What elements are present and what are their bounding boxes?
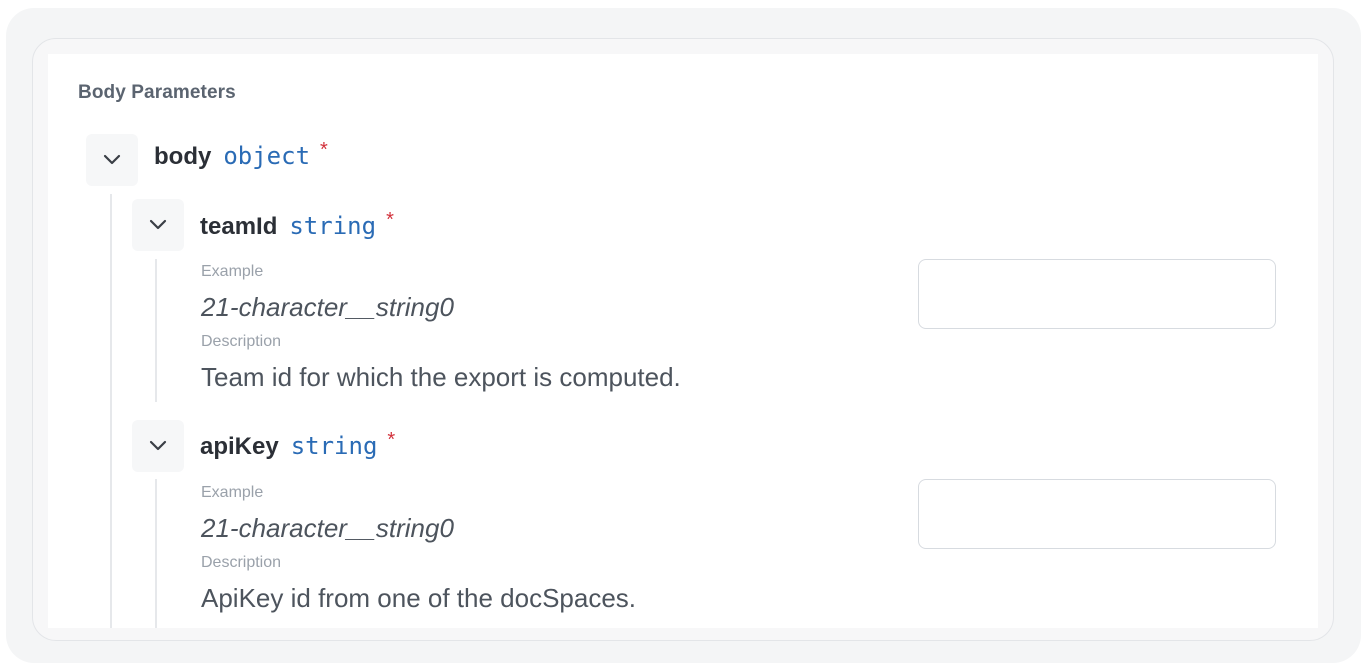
description-label: Description xyxy=(201,333,282,350)
apiKey-param-header: apiKey string * xyxy=(200,429,396,461)
apiKey-input[interactable] xyxy=(918,479,1276,549)
section-title: Body Parameters xyxy=(78,82,236,103)
body-toggle-button[interactable] xyxy=(86,134,138,186)
param-type: string xyxy=(290,432,378,460)
apiKey-toggle-button[interactable] xyxy=(132,420,184,472)
chevron-down-icon xyxy=(149,219,167,230)
required-marker: * xyxy=(320,139,328,161)
body-tree-line xyxy=(110,194,112,628)
description-value: ApiKey id from one of the docSpaces. xyxy=(201,583,637,613)
teamId-input[interactable] xyxy=(918,259,1276,329)
apiKey-tree-line xyxy=(155,479,157,628)
chevron-down-icon xyxy=(149,440,167,451)
example-label: Example xyxy=(201,263,264,280)
param-name: body xyxy=(154,143,212,170)
teamId-param-header: teamId string * xyxy=(200,209,394,241)
example-value: 21-character__string0 xyxy=(201,292,454,322)
param-name: teamId xyxy=(200,213,278,240)
param-type: object xyxy=(223,142,311,170)
param-type: string xyxy=(289,212,377,240)
example-value: 21-character__string0 xyxy=(201,513,454,543)
required-marker: * xyxy=(387,429,396,451)
chevron-down-icon xyxy=(103,154,121,165)
required-marker: * xyxy=(386,209,394,231)
example-label: Example xyxy=(201,484,264,501)
teamId-toggle-button[interactable] xyxy=(132,199,184,251)
teamId-tree-line xyxy=(155,259,157,402)
description-label: Description xyxy=(201,554,282,571)
body-parameters-content: Body Parameters body object * teamId str… xyxy=(48,54,1318,628)
description-value: Team id for which the export is computed… xyxy=(201,362,681,392)
param-name: apiKey xyxy=(200,433,279,460)
body-param-header: body object * xyxy=(154,139,328,171)
